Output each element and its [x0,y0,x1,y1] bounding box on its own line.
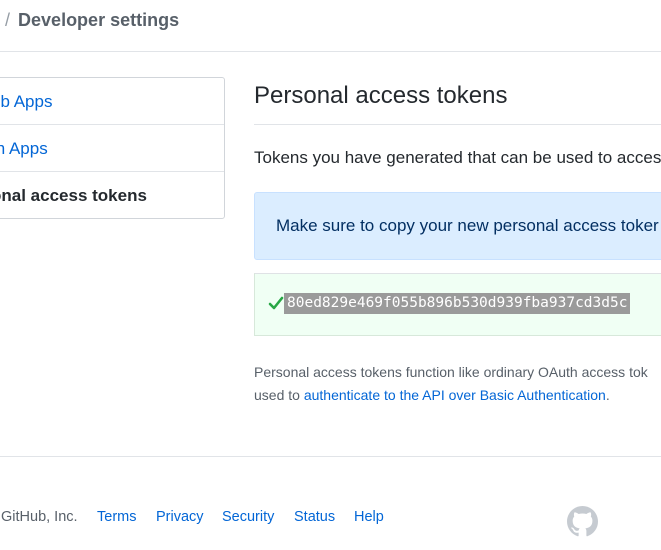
footer-link-security[interactable]: Security [222,509,274,525]
intro-text: Tokens you have generated that can be us… [254,148,661,167]
footer-link-terms[interactable]: Terms [97,509,136,525]
token-value[interactable]: 80ed829e469f055b896b530d939fba937cd3d5c [284,293,631,314]
page-header: gs/Developer settings [0,0,661,52]
footer-copyright: GitHub, Inc. [1,509,78,525]
token-help-suffix: . [605,387,610,403]
copy-token-notice: Make sure to copy your new personal acce… [254,192,661,260]
menu-item-label: ub Apps [0,92,53,111]
footer-link-help[interactable]: Help [354,509,384,525]
check-icon [268,296,284,310]
token-help-line-2: used to authenticate to the API over Bas… [254,384,648,407]
main-content: Personal access tokens Tokens you have g… [254,80,661,403]
menu-item-oauth-apps[interactable]: th Apps [0,125,224,172]
breadcrumb: gs/Developer settings [0,9,179,31]
menu-item-personal-access-tokens[interactable]: onal access tokens [0,172,224,218]
copy-token-notice-text: Make sure to copy your new personal acce… [276,216,659,235]
menu-item-label: onal access tokens [0,186,147,205]
token-help-text: Personal access tokens function like ord… [254,361,648,407]
basic-auth-link[interactable]: authenticate to the API over Basic Authe… [304,387,606,403]
breadcrumb-current: Developer settings [18,10,180,30]
developer-settings-menu: ub Apps th Apps onal access tokens [0,77,225,219]
footer-link-privacy[interactable]: Privacy [156,509,204,525]
page-title: Personal access tokens [254,80,661,125]
token-help-line-1: Personal access tokens function like ord… [254,364,648,380]
github-logo-icon[interactable] [567,506,598,537]
footer-divider [0,456,661,457]
menu-item-label: th Apps [0,139,48,158]
footer-link-status[interactable]: Status [294,509,335,525]
new-token-box: 80ed829e469f055b896b530d939fba937cd3d5c [254,273,661,336]
breadcrumb-separator: / [5,10,11,30]
footer: GitHub, Inc. Terms Privacy Security Stat… [0,509,661,529]
token-help-prefix: used to [254,387,304,403]
menu-item-github-apps[interactable]: ub Apps [0,78,224,125]
